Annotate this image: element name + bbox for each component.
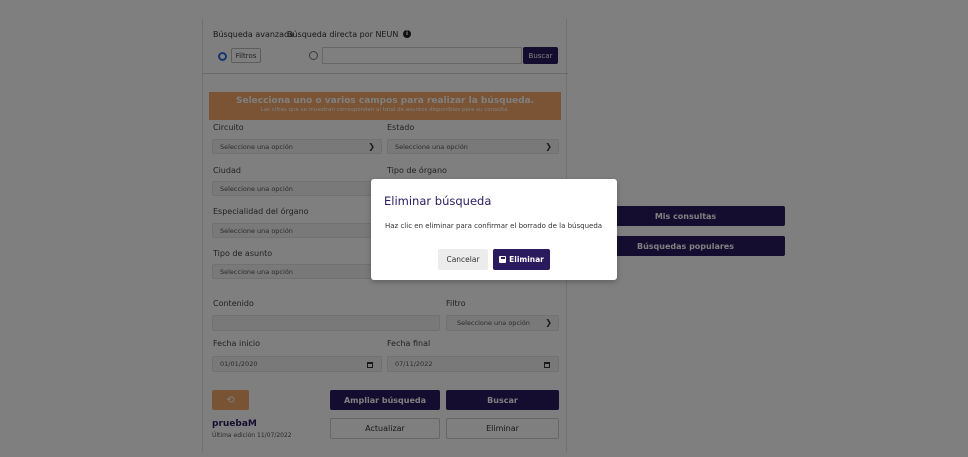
modal-message: Haz clic en eliminar para confirmar el b…	[385, 222, 603, 230]
confirm-delete-label: Eliminar	[509, 255, 544, 264]
confirm-delete-button[interactable]: Eliminar	[493, 249, 550, 270]
save-icon	[499, 256, 507, 263]
delete-search-modal: Eliminar búsqueda Haz clic en eliminar p…	[371, 179, 617, 280]
cancel-button[interactable]: Cancelar	[438, 249, 488, 270]
modal-title: Eliminar búsqueda	[384, 194, 492, 208]
